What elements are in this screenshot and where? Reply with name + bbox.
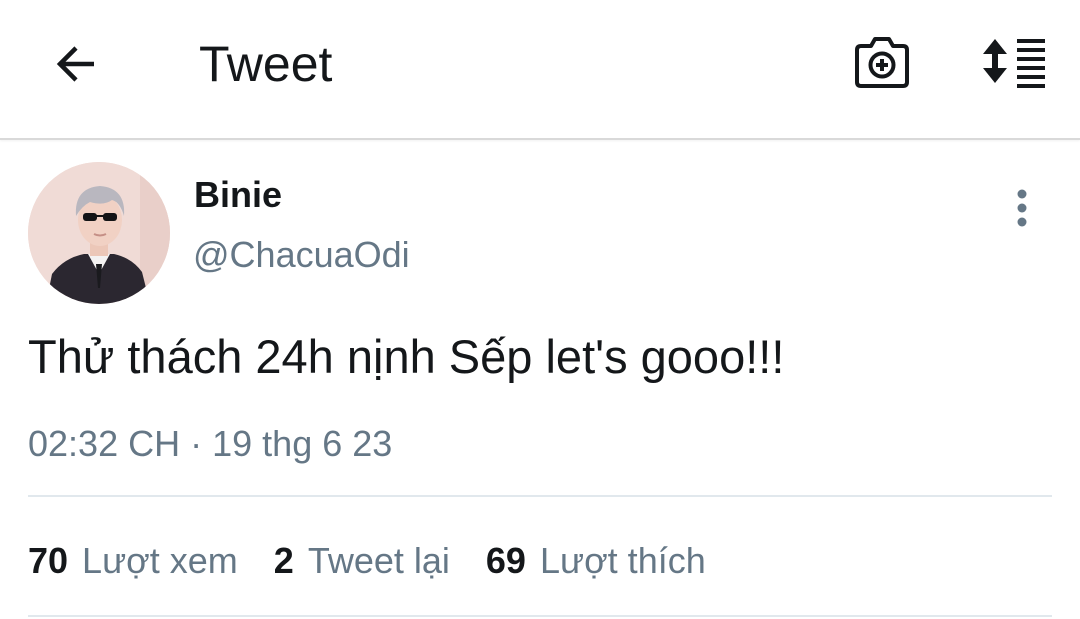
tweet-time: 02:32 CH [28,423,181,464]
author-display-name[interactable]: Binie [194,174,282,216]
top-app-bar: Tweet [0,0,1080,140]
divider [28,615,1052,617]
back-arrow-icon [56,46,94,82]
views-count: 70 [28,540,69,581]
camera-plus-icon [855,37,909,88]
more-options-button[interactable] [1000,184,1044,232]
author-handle[interactable]: @ChacuaOdi [193,233,410,277]
tweet-date: 19 thg 6 23 [212,423,393,464]
stat-likes[interactable]: 69 Lượt thích [486,538,706,584]
retweets-count: 2 [273,540,294,581]
avatar-photo [28,162,170,304]
likes-count: 69 [485,540,526,581]
tweet-timestamp: 02:32 CH · 19 thg 6 23 [28,421,392,467]
sort-list-icon [983,39,1045,88]
add-photo-button[interactable] [848,30,916,94]
tweet-stats: 70 Lượt xem 2 Tweet lại 69 Lượt thích [28,538,742,584]
avatar[interactable] [28,162,170,304]
meta-separator: · [190,423,203,464]
retweets-label: Tweet lại [307,540,450,581]
tweet-text: Thử thách 24h nịnh Sếp let's gooo!!! [28,330,785,383]
page-title: Tweet [199,36,333,92]
stat-views[interactable]: 70 Lượt xem [28,538,238,584]
sort-replies-button[interactable] [976,30,1052,94]
more-vertical-icon [1017,189,1027,227]
views-label: Lượt xem [82,540,238,581]
divider [28,495,1052,497]
back-button[interactable] [44,32,108,96]
stat-retweets[interactable]: 2 Tweet lại [274,538,450,584]
likes-label: Lượt thích [539,540,706,581]
